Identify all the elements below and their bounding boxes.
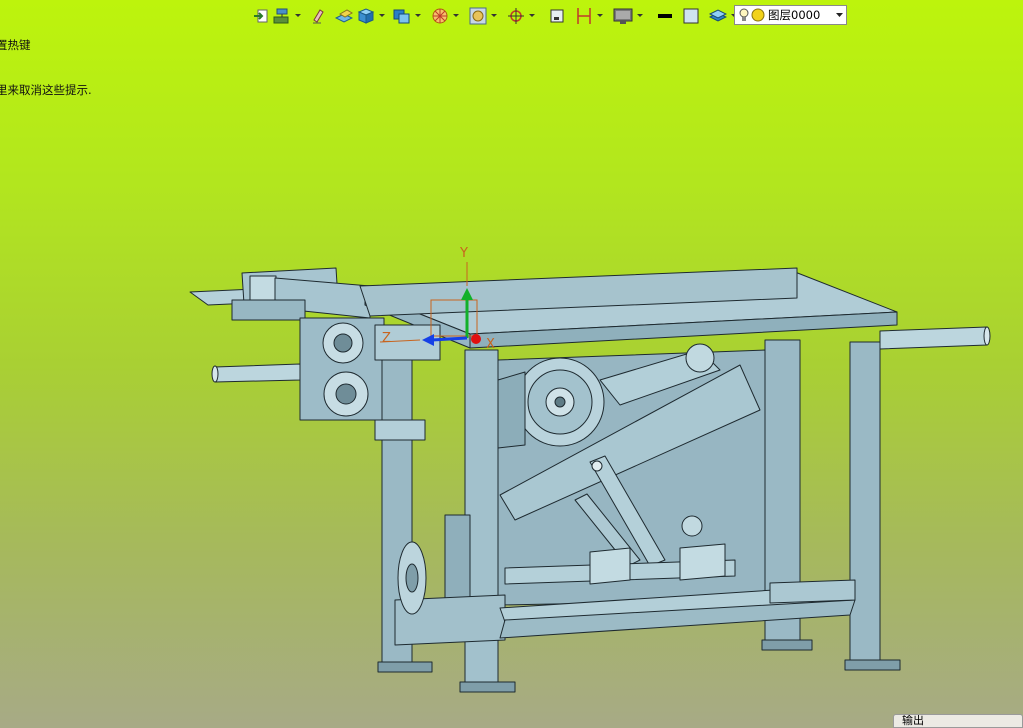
color-button[interactable]	[682, 5, 700, 27]
monitor-icon	[613, 8, 633, 24]
bulb-icon[interactable]	[739, 8, 749, 22]
hint-line-1: 置热键	[0, 38, 31, 52]
axis-y-label: Y	[459, 246, 468, 261]
chevron-down-icon	[835, 12, 843, 17]
output-panel-tab[interactable]: 输出	[893, 714, 1023, 728]
chevron-down-icon	[491, 14, 497, 17]
snap-button[interactable]	[506, 5, 526, 27]
chevron-down-icon	[415, 14, 421, 17]
solid-dropdown[interactable]	[378, 6, 386, 26]
line-style-button[interactable]	[656, 5, 674, 27]
sheet-button[interactable]	[334, 5, 354, 27]
display-dropdown[interactable]	[636, 6, 644, 26]
import-button[interactable]	[252, 5, 270, 27]
chevron-down-icon	[637, 14, 643, 17]
frame-view-button[interactable]	[468, 5, 488, 27]
sheet-cube-icon	[335, 9, 353, 23]
solid-cube-icon	[357, 8, 375, 24]
frame-view-icon	[469, 7, 487, 25]
copy-dropdown[interactable]	[414, 6, 422, 26]
chevron-down-icon	[529, 14, 535, 17]
dimension-icon	[577, 8, 591, 24]
paint-button[interactable]	[272, 5, 292, 27]
solid-button[interactable]	[356, 5, 376, 27]
target-dropdown[interactable]	[452, 6, 460, 26]
machine-model[interactable]: Y X Z	[0, 0, 1023, 728]
chevron-down-icon	[295, 14, 301, 17]
copy-cube-icon	[393, 9, 410, 24]
copy-button[interactable]	[392, 5, 412, 27]
snap-dropdown[interactable]	[528, 6, 536, 26]
hint-line-2: 里来取消这些提示.	[0, 83, 92, 97]
display-button[interactable]	[612, 5, 634, 27]
box-button[interactable]	[548, 5, 566, 27]
layer-name: 图层0000	[768, 8, 821, 22]
target-wheel-icon	[432, 8, 448, 24]
color-swatch-icon	[683, 8, 699, 24]
import-icon	[254, 9, 268, 23]
paint-roller-icon	[273, 8, 289, 24]
paint-dropdown[interactable]	[294, 6, 302, 26]
snap-target-icon	[508, 8, 524, 24]
chevron-down-icon	[597, 14, 603, 17]
dimension-button[interactable]	[574, 5, 594, 27]
chevron-down-icon	[379, 14, 385, 17]
eraser-button[interactable]	[310, 5, 326, 27]
small-box-icon	[550, 9, 564, 23]
hotkey-hint: 置热键 里来取消这些提示.	[0, 8, 92, 128]
layer-dropdown-arrow[interactable]	[832, 6, 846, 24]
layers-icon	[709, 9, 727, 22]
axis-z-label: Z	[382, 331, 391, 346]
frame-view-dropdown[interactable]	[490, 6, 498, 26]
line-style-icon	[658, 14, 672, 18]
chevron-down-icon	[453, 14, 459, 17]
axis-x-label: X	[486, 337, 495, 352]
sun-icon[interactable]	[751, 8, 765, 22]
eraser-icon	[313, 9, 324, 24]
target-button[interactable]	[430, 5, 450, 27]
layers-button[interactable]	[708, 5, 728, 27]
dimension-dropdown[interactable]	[596, 6, 604, 26]
3d-viewport[interactable]: Y X Z 置热键 里来取消这些提示. 图层0000 输出	[0, 0, 1023, 728]
layer-select[interactable]: 图层0000	[734, 5, 847, 25]
view-toolbar	[252, 4, 738, 28]
